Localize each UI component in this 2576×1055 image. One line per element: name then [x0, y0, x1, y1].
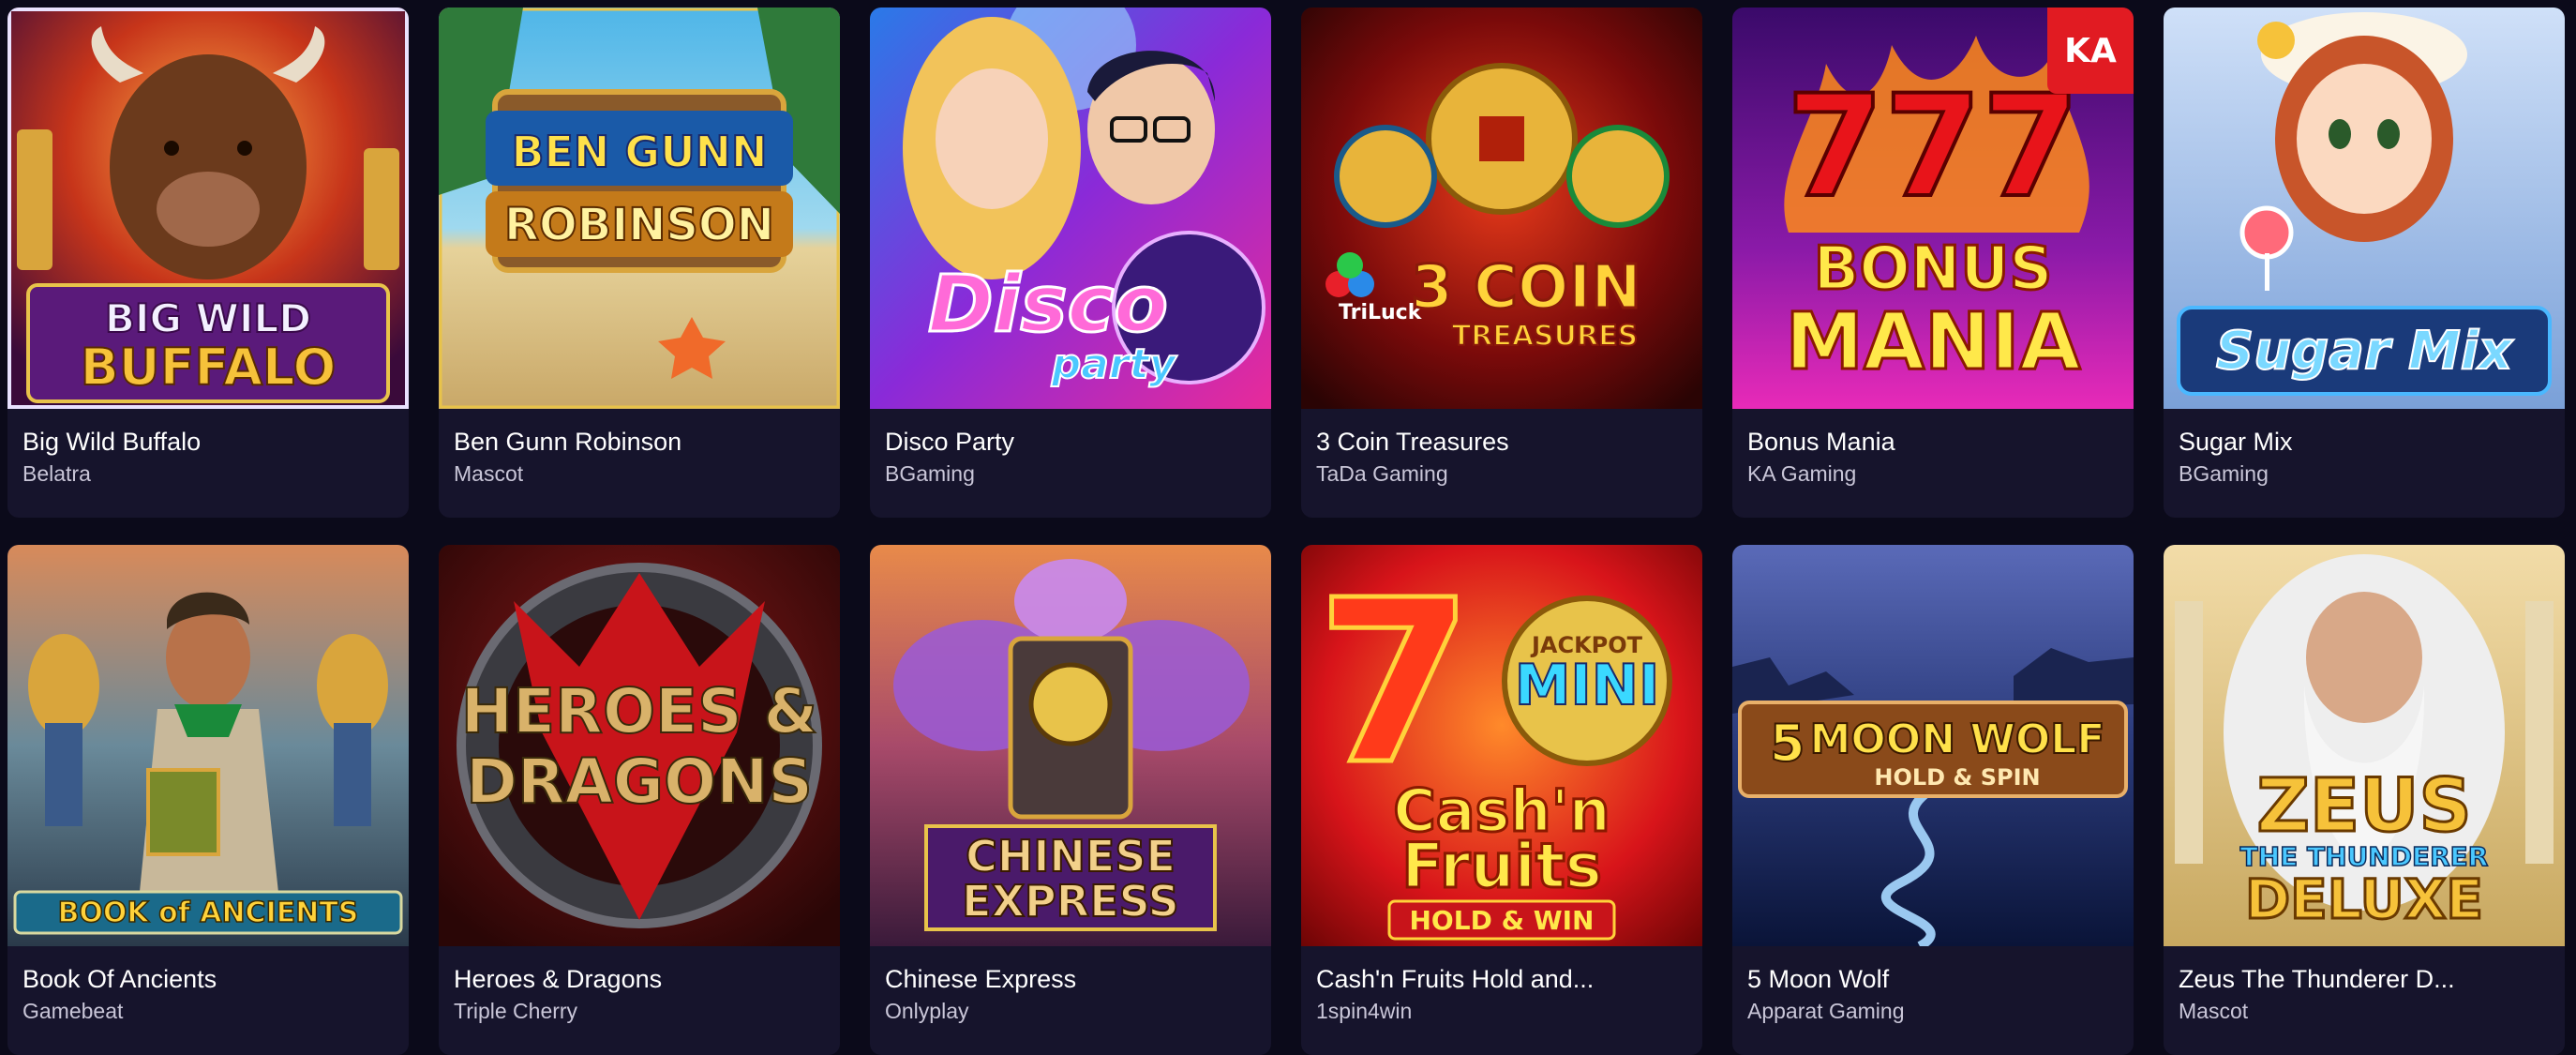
game-provider: Apparat Gaming: [1747, 999, 1905, 1023]
game-thumbnail[interactable]: 5 MOON WOLF HOLD & SPIN: [1732, 545, 2134, 946]
game-title[interactable]: Sugar Mix: [2179, 426, 2550, 458]
game-thumbnail[interactable]: 777 BONUS MANIA KA: [1732, 8, 2134, 409]
game-provider: Onlyplay: [885, 999, 969, 1023]
candy-girl-art-icon: Sugar Mix: [2164, 8, 2565, 409]
game-provider: Gamebeat: [22, 999, 124, 1023]
game-title[interactable]: Heroes & Dragons: [454, 963, 825, 995]
game-thumbnail[interactable]: CHINESE EXPRESS: [870, 545, 1271, 946]
logo-line-1: BEN GUNN: [511, 127, 767, 177]
game-card-cashn-fruits[interactable]: 7 JACKPOT MINI Cash'n Fruits HOLD & WIN …: [1301, 545, 1702, 1055]
game-provider: TaDa Gaming: [1316, 461, 1448, 486]
game-title[interactable]: Cash'n Fruits Hold and...: [1316, 963, 1687, 995]
logo-line-2: BUFFALO: [81, 338, 337, 397]
game-provider: KA Gaming: [1747, 461, 1857, 486]
game-provider: Triple Cherry: [454, 999, 578, 1023]
game-thumbnail[interactable]: HEROES & DRAGONS: [439, 545, 840, 946]
game-title[interactable]: Book Of Ancients: [22, 963, 394, 995]
logo-line-1: BONUS: [1814, 234, 2053, 304]
logo-line-1: CHINESE: [966, 831, 1176, 882]
game-title[interactable]: 5 Moon Wolf: [1747, 963, 2119, 995]
logo-line-1: 3 COIN: [1411, 253, 1641, 323]
canyon-art-icon: 5 MOON WOLF HOLD & SPIN: [1732, 545, 2134, 946]
logo-line-2: Fruits: [1401, 830, 1602, 902]
game-thumbnail[interactable]: BIG WILD BUFFALO: [7, 8, 409, 409]
logo-line-2: EXPRESS: [962, 876, 1179, 927]
game-title[interactable]: Big Wild Buffalo: [22, 426, 394, 458]
treasure-chest-art-icon: BEN GUNN ROBINSON: [439, 8, 840, 409]
logo-line-3: HOLD & WIN: [1410, 905, 1595, 936]
game-card-5-moon-wolf[interactable]: 5 MOON WOLF HOLD & SPIN 5 Moon Wolf Appa…: [1732, 545, 2134, 1055]
ka-badge-label: KA: [2064, 31, 2117, 70]
provider-badge: KA: [2047, 8, 2134, 94]
game-card-zeus-the-thunderer-deluxe[interactable]: ZEUS THE THUNDERER DELUXE Zeus The Thund…: [2164, 545, 2565, 1055]
zeus-art-icon: ZEUS THE THUNDERER DELUXE: [2164, 545, 2565, 946]
logo-line-2: MANIA: [1785, 295, 2080, 387]
game-provider: Belatra: [22, 461, 91, 486]
coins-art-icon: TriLuck 3 COIN TREASURES: [1301, 8, 1702, 409]
game-card-3-coin-treasures[interactable]: TriLuck 3 COIN TREASURES 3 Coin Treasure…: [1301, 8, 1702, 518]
logo-line-1: Sugar Mix: [2216, 321, 2514, 382]
game-card-heroes-and-dragons[interactable]: HEROES & DRAGONS Heroes & Dragons Triple…: [439, 545, 840, 1055]
game-title[interactable]: 3 Coin Treasures: [1316, 426, 1687, 458]
game-thumbnail[interactable]: 7 JACKPOT MINI Cash'n Fruits HOLD & WIN: [1301, 545, 1702, 946]
logo-line-1: BIG WILD: [105, 295, 311, 341]
game-card-sugar-mix[interactable]: Sugar Mix Sugar Mix BGaming: [2164, 8, 2565, 518]
logo-line-1: Disco: [928, 258, 1168, 350]
logo-line-2: party: [1051, 340, 1178, 388]
game-card-chinese-express[interactable]: CHINESE EXPRESS Chinese Express Onlyplay: [870, 545, 1271, 1055]
train-art-icon: CHINESE EXPRESS: [870, 545, 1271, 946]
svg-text:7: 7: [1317, 551, 1474, 814]
game-provider: BGaming: [2179, 461, 2269, 486]
dragon-art-icon: HEROES & DRAGONS: [439, 545, 840, 946]
logo-line-1: HEROES &: [461, 675, 817, 747]
game-card-bonus-mania[interactable]: 777 BONUS MANIA KA Bonus Mania KA Gaming: [1732, 8, 2134, 518]
game-thumbnail[interactable]: TriLuck 3 COIN TREASURES: [1301, 8, 1702, 409]
game-provider: 1spin4win: [1316, 999, 1413, 1023]
sevens-graphic: 777: [1786, 66, 2079, 229]
game-provider: Mascot: [454, 461, 524, 486]
game-thumbnail[interactable]: BOOK of ANCIENTS: [7, 545, 409, 946]
logo-line-1: ZEUS: [2256, 764, 2471, 849]
buffalo-art-icon: BIG WILD BUFFALO: [7, 8, 409, 409]
game-card-book-of-ancients[interactable]: BOOK of ANCIENTS Book Of Ancients Gamebe…: [7, 545, 409, 1055]
game-title[interactable]: Ben Gunn Robinson: [454, 426, 825, 458]
game-card-ben-gunn-robinson[interactable]: BEN GUNN ROBINSON Ben Gunn Robinson Masc…: [439, 8, 840, 518]
logo-line-2: HOLD & SPIN: [1874, 764, 2040, 791]
logo-line-2: ROBINSON: [504, 199, 774, 251]
game-title[interactable]: Zeus The Thunderer D...: [2179, 963, 2550, 995]
seven-art-icon: 7 JACKPOT MINI Cash'n Fruits HOLD & WIN: [1301, 545, 1702, 946]
logo-number: 5: [1770, 714, 1805, 773]
game-provider: BGaming: [885, 461, 975, 486]
game-grid: BIG WILD BUFFALO Big Wild Buffalo Belatr…: [7, 8, 2565, 1055]
game-provider: Mascot: [2179, 999, 2249, 1023]
game-title[interactable]: Chinese Express: [885, 963, 1256, 995]
logo-line-2: DRAGONS: [466, 746, 813, 818]
logo-line-1: MOON WOLF: [1810, 716, 2105, 763]
game-thumbnail[interactable]: BEN GUNN ROBINSON: [439, 8, 840, 409]
logo-line-1: BOOK of ANCIENTS: [58, 897, 359, 929]
game-card-big-wild-buffalo[interactable]: BIG WILD BUFFALO Big Wild Buffalo Belatr…: [7, 8, 409, 518]
logo-line-2: TREASURES: [1452, 320, 1638, 353]
game-thumbnail[interactable]: Disco party: [870, 8, 1271, 409]
game-card-disco-party[interactable]: Disco party Disco Party BGaming: [870, 8, 1271, 518]
mini-label: MINI: [1515, 653, 1660, 718]
explorer-art-icon: BOOK of ANCIENTS: [7, 545, 409, 946]
game-title[interactable]: Disco Party: [885, 426, 1256, 458]
logo-line-3: DELUXE: [2245, 867, 2483, 931]
game-title[interactable]: Bonus Mania: [1747, 426, 2119, 458]
game-thumbnail[interactable]: ZEUS THE THUNDERER DELUXE: [2164, 545, 2565, 946]
game-thumbnail[interactable]: Sugar Mix: [2164, 8, 2565, 409]
disco-couple-art-icon: Disco party: [870, 8, 1271, 409]
